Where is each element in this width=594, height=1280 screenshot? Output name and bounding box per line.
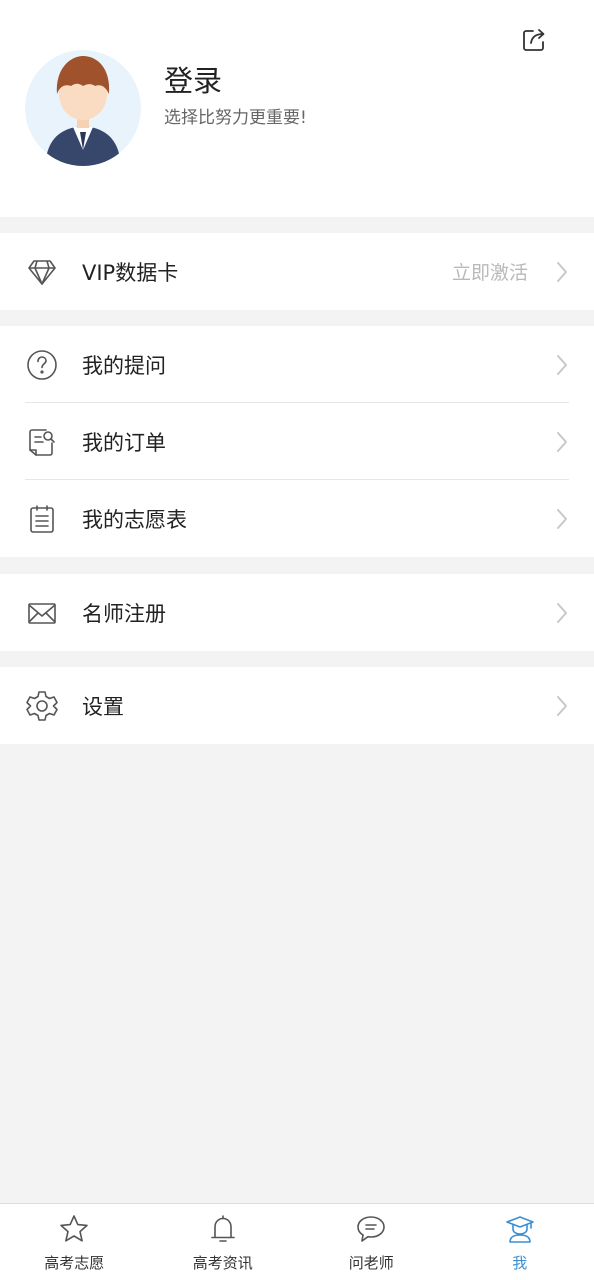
tab-label: 高考志愿: [44, 1254, 105, 1272]
diamond-icon: [25, 255, 59, 289]
login-title[interactable]: 登录: [164, 58, 222, 100]
menu-item-my-questions[interactable]: 我的提问: [0, 326, 594, 403]
menu-item-my-orders[interactable]: 我的订单: [0, 403, 594, 480]
menu-group-personal: 我的提问 我的订单 我的志愿表: [0, 326, 594, 557]
graduate-icon: [503, 1212, 537, 1246]
chat-bubble-icon: [354, 1212, 388, 1246]
tab-label: 高考资讯: [192, 1254, 253, 1272]
question-icon: [25, 348, 59, 382]
menu-item-label: VIP数据卡: [82, 260, 179, 285]
menu-group-vip: VIP数据卡 立即激活: [0, 233, 594, 310]
star-icon: [57, 1212, 91, 1246]
tab-label: 问老师: [348, 1254, 394, 1272]
envelope-icon: [25, 596, 59, 630]
tab-me[interactable]: 我: [446, 1204, 594, 1280]
tab-ask-teacher[interactable]: 问老师: [297, 1204, 446, 1280]
gear-icon: [25, 689, 59, 723]
menu-item-teacher-register[interactable]: 名师注册: [0, 574, 594, 651]
menu-item-label: 设置: [82, 694, 124, 719]
tab-gaokao-news[interactable]: 高考资讯: [149, 1204, 298, 1280]
menu-item-label: 我的志愿表: [82, 507, 187, 532]
profile-header: 登录 选择比努力更重要!: [0, 0, 594, 217]
clipboard-icon: [25, 502, 59, 536]
chevron-right-icon: [557, 431, 567, 452]
login-subtitle: 选择比努力更重要!: [164, 108, 307, 128]
activate-now-link[interactable]: 立即激活: [452, 258, 528, 285]
chevron-right-icon: [557, 695, 567, 716]
menu-item-label: 名师注册: [82, 601, 166, 626]
avatar[interactable]: [25, 50, 141, 166]
bell-icon: [206, 1212, 240, 1246]
menu-item-vip-card[interactable]: VIP数据卡 立即激活: [0, 233, 594, 310]
menu-item-my-wishlist[interactable]: 我的志愿表: [0, 480, 594, 557]
order-icon: [25, 425, 59, 459]
share-button[interactable]: [518, 24, 550, 56]
chevron-right-icon: [557, 354, 567, 375]
chevron-right-icon: [557, 602, 567, 623]
avatar-image: [25, 50, 141, 166]
menu-item-settings[interactable]: 设置: [0, 667, 594, 744]
share-icon: [523, 29, 545, 51]
menu-group-teacher: 名师注册: [0, 574, 594, 651]
menu-item-label: 我的提问: [82, 353, 166, 378]
menu-item-label: 我的订单: [82, 430, 166, 455]
tab-label: 我: [512, 1254, 528, 1272]
chevron-right-icon: [557, 508, 567, 529]
tab-gaokao-wish[interactable]: 高考志愿: [0, 1204, 149, 1280]
menu-group-settings: 设置: [0, 667, 594, 744]
bottom-tab-bar: 高考志愿 高考资讯 问老师 我: [0, 1203, 594, 1280]
chevron-right-icon: [557, 261, 567, 282]
